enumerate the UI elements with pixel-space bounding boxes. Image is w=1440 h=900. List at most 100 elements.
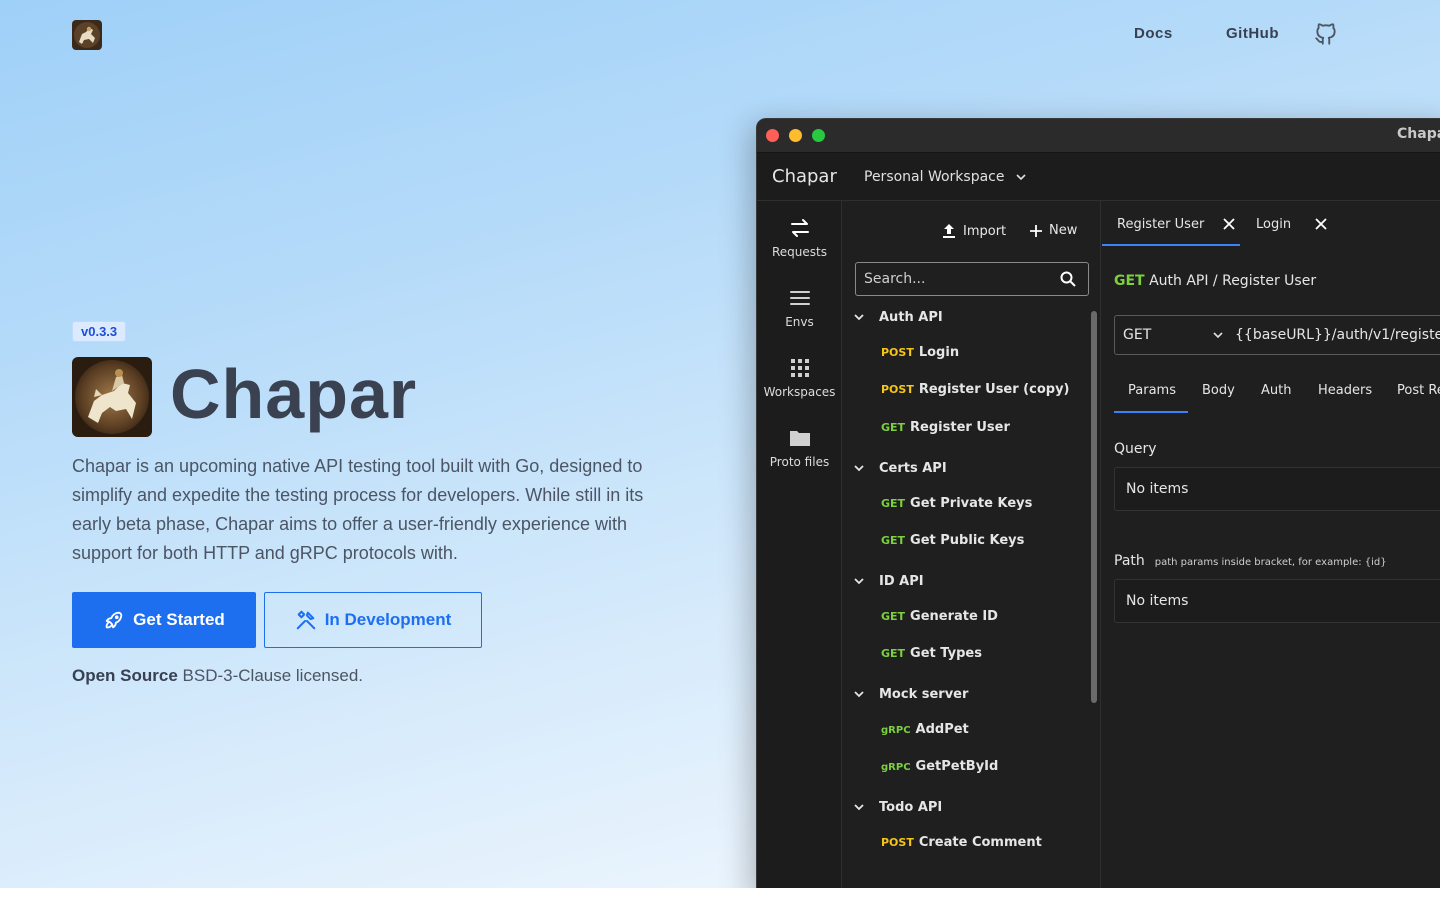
tab-label: Login: [1256, 217, 1292, 232]
new-label: New: [1049, 223, 1078, 238]
request-label: Register User: [910, 420, 1010, 435]
request-label: Get Public Keys: [910, 533, 1025, 548]
plus-icon: [1030, 224, 1042, 237]
chevron-down-icon: [854, 578, 864, 585]
request-label: AddPet: [915, 722, 969, 737]
tree-folder: Auth API: [853, 307, 943, 327]
import-button: Import: [941, 223, 1006, 239]
request-label: Login: [918, 345, 960, 360]
method-badge: POST: [881, 383, 914, 396]
chevron-down-icon: [854, 314, 864, 321]
logo-icon[interactable]: [72, 20, 102, 50]
collections-panel: Import New Auth API POST Login POST Register…: [843, 201, 1101, 888]
request-label: Register User (copy): [918, 382, 1070, 397]
window-titlebar: Chapa: [757, 119, 1440, 153]
rocket-icon: [105, 611, 123, 629]
close-dot-icon: [766, 129, 779, 142]
method-value: GET: [1123, 327, 1152, 343]
tab-label: Register User: [1117, 217, 1205, 232]
get-started-label: Get Started: [133, 610, 225, 629]
request-label: Generate ID: [910, 609, 998, 624]
tree-request-item: POST Create Comment: [881, 835, 1042, 855]
request-editor: Register User Login GET Auth API / Regis…: [1102, 201, 1440, 888]
folder-icon: [789, 431, 810, 446]
app-name: Chapar: [772, 166, 837, 187]
nav-github-link[interactable]: GitHub: [1226, 25, 1279, 42]
chevron-down-icon: [854, 691, 864, 698]
nav-docs-link[interactable]: Docs: [1134, 25, 1173, 42]
import-label: Import: [963, 223, 1007, 239]
license-detail: BSD-3-Clause licensed.: [177, 666, 364, 685]
url-bar: GET: [1114, 315, 1440, 355]
request-label: Get Private Keys: [910, 496, 1033, 511]
tree-folder: Certs API: [853, 458, 947, 478]
method-badge: POST: [881, 346, 914, 359]
folder-label: Auth API: [879, 309, 943, 325]
sidebar-item-label: Proto files: [769, 455, 830, 469]
method-select: GET: [1123, 327, 1223, 343]
method-badge: GET: [881, 497, 906, 510]
in-development-label: In Development: [324, 610, 452, 629]
sidebar-item-envs: Envs: [757, 287, 842, 329]
hero-description: Chapar is an upcoming native API testing…: [72, 456, 644, 563]
tab-register-user: Register User: [1117, 201, 1241, 249]
sidebar-item-label: Envs: [785, 315, 814, 329]
request-label: Create Comment: [918, 835, 1042, 850]
tree-request-item: GET Get Types: [881, 646, 982, 666]
app-window-screenshot: Chapa Chapar Personal Workspace Requests…: [756, 118, 1440, 888]
hero-section: Docs GitHub v0.3.3 Chapar Chapar is an u…: [0, 0, 1440, 888]
arrows-exchange-icon: [790, 219, 809, 237]
upload-icon: [943, 224, 955, 238]
path-hint: path params inside bracket, for example:…: [1154, 557, 1387, 568]
minimize-dot-icon: [789, 129, 802, 142]
tree-request-item: GET Get Private Keys: [881, 496, 1032, 516]
tree-request-item: POST Register User (copy): [881, 382, 1070, 402]
tab-login: Login: [1256, 201, 1336, 249]
app-sidebar: Requests Envs Workspaces Proto files: [757, 201, 842, 888]
empty-text: No items: [1126, 593, 1189, 609]
menu-lines-icon: [789, 291, 810, 305]
subtab-post-request: Post Re: [1397, 383, 1440, 398]
maximize-dot-icon: [812, 129, 825, 142]
tree-request-item: GET Generate ID: [881, 609, 998, 629]
tree-folder: Todo API: [853, 797, 942, 817]
method-badge: GET: [881, 610, 906, 623]
tree-request-item: gRPC AddPet: [881, 722, 969, 742]
method-badge: gRPC: [881, 725, 911, 736]
github-icon[interactable]: [1313, 21, 1339, 47]
chevron-down-icon: [1015, 174, 1026, 181]
method-badge: GET: [881, 534, 906, 547]
chevron-down-icon: [1213, 332, 1223, 339]
sidebar-item-label: Workspaces: [763, 385, 836, 399]
license-bold: Open Source: [72, 666, 178, 685]
tree-request-item: gRPC GetPetById: [881, 759, 998, 779]
path-section-label: Path path params inside bracket, for exam…: [1114, 553, 1387, 569]
query-empty-box: No items: [1114, 467, 1440, 511]
folder-label: ID API: [879, 573, 924, 589]
tree-scrollbar: [1091, 311, 1097, 703]
active-subtab-indicator: [1114, 411, 1188, 413]
chevron-down-icon: [854, 465, 864, 472]
tree-request-item: GET Register User: [881, 420, 1010, 440]
subtab-auth: Auth: [1261, 383, 1292, 398]
sidebar-item-workspaces: Workspaces: [757, 357, 842, 399]
path-label: Path: [1114, 553, 1145, 569]
sidebar-item-proto-files: Proto files: [757, 427, 842, 469]
get-started-button[interactable]: Get Started: [72, 592, 256, 648]
subtab-params: Params: [1128, 383, 1176, 398]
folder-label: Todo API: [879, 799, 943, 815]
folder-label: Mock server: [879, 686, 969, 702]
sidebar-item-requests: Requests: [757, 217, 842, 259]
tree-request-item: GET Get Public Keys: [881, 533, 1024, 553]
license-text: Open Source BSD-3-Clause licensed.: [72, 666, 363, 686]
folder-label: Certs API: [879, 460, 947, 476]
method-badge: POST: [881, 836, 914, 849]
version-badge: v0.3.3: [72, 321, 127, 342]
search-box: [855, 262, 1089, 296]
new-button: New: [1029, 223, 1077, 238]
empty-text: No items: [1126, 481, 1189, 497]
method-badge: GET: [881, 647, 906, 660]
method-badge: GET: [881, 421, 906, 434]
in-development-button[interactable]: In Development: [264, 592, 482, 648]
search-input: [864, 263, 1054, 295]
